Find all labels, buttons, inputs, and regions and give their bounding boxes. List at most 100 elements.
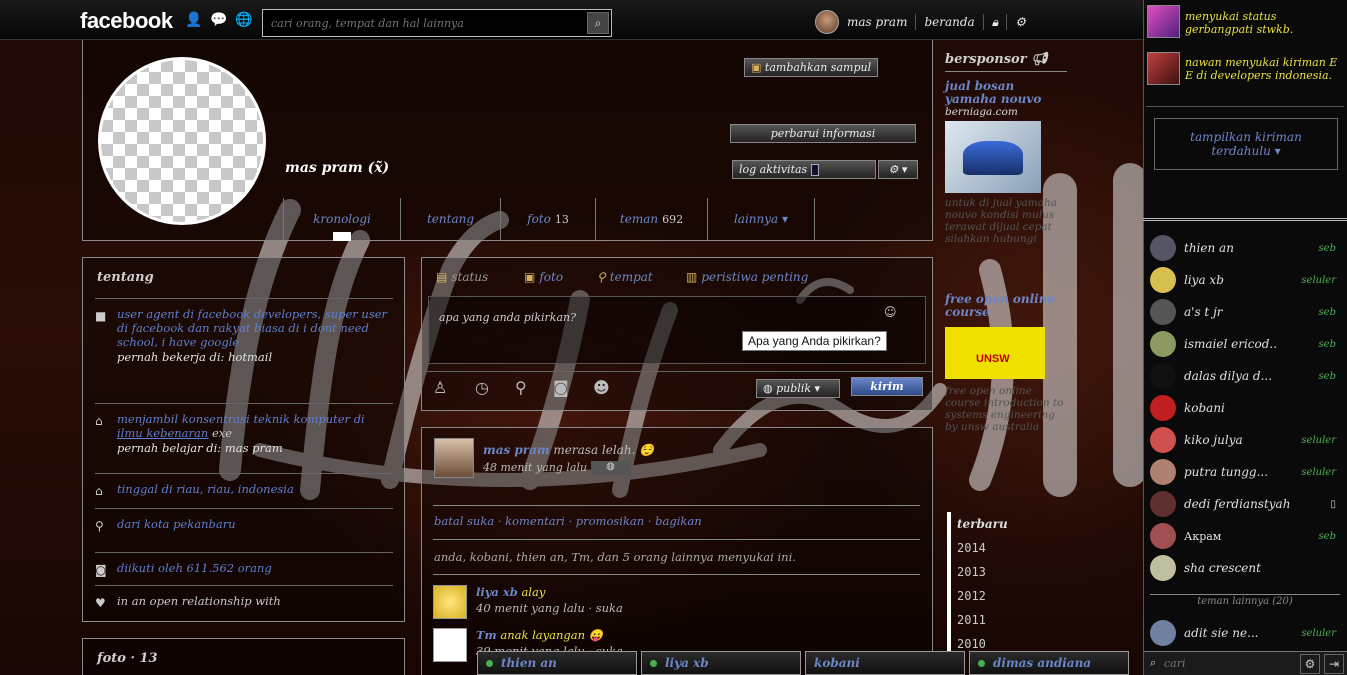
chat-contact[interactable]: thien an seb — [1150, 232, 1340, 264]
chat-contact[interactable]: Акрам seb — [1150, 520, 1340, 552]
tab-photos[interactable]: foto 13 — [500, 198, 595, 240]
ad1-title[interactable]: jual bosan yamaha nouvo — [945, 80, 1067, 106]
ticker-story[interactable]: nawan menyukai kiriman E E di developers… — [1185, 56, 1340, 82]
chat-options-gear-icon[interactable]: ⚙ — [1300, 654, 1320, 674]
more-friends-link[interactable]: teman lainnya (20) — [1150, 594, 1340, 609]
composer-tab-place[interactable]: ⚲ tempat — [597, 270, 653, 284]
post-author-link[interactable]: mas pram — [483, 443, 550, 457]
comment-avatar[interactable] — [433, 628, 467, 662]
year-link[interactable]: 2011 — [951, 608, 1007, 632]
post-author-avatar[interactable] — [434, 438, 474, 478]
chat-contact[interactable]: adit sie ne... seluler — [1150, 617, 1340, 649]
sponsored-title[interactable]: bersponsor 📢︎ — [945, 52, 1067, 72]
post-button[interactable]: kirim — [851, 377, 923, 396]
privacy-lock-icon[interactable]: 🔒︎ — [992, 15, 998, 30]
update-info-button[interactable]: perbarui informasi — [730, 124, 916, 143]
timeline-years: terbaru 2014 2013 2012 2011 2010 — [947, 512, 1008, 656]
friend-requests-icon[interactable]: 👤 — [185, 12, 202, 28]
chat-contact[interactable]: liya xb seluler — [1150, 264, 1340, 296]
add-cover-button[interactable]: ▣ tambahkan sampul — [744, 58, 879, 77]
settings-gear-icon[interactable]: ⚙ — [1015, 15, 1026, 29]
tab-about[interactable]: tentang — [400, 198, 500, 240]
year-link[interactable]: 2013 — [951, 560, 1007, 584]
education-link[interactable]: ilmu kebenaran — [117, 426, 208, 440]
messages-icon[interactable]: 💬 — [210, 12, 227, 28]
clock-icon[interactable]: ◷ — [475, 378, 489, 397]
from-text[interactable]: dari kota pekanbaru — [117, 517, 393, 531]
profile-picture[interactable] — [98, 57, 266, 225]
profile-settings-dropdown[interactable]: ⚙ ▾ — [878, 160, 918, 179]
camera-icon[interactable]: ◙ — [553, 378, 569, 397]
chat-contact[interactable]: dedi ferdianstyah ▯ — [1150, 488, 1340, 520]
post-likes-summary[interactable]: anda, kobani, thien an, Tm, dan 5 orang … — [434, 550, 796, 564]
search-button[interactable]: ⌕ — [587, 12, 609, 34]
chat-contact[interactable]: ismaiel ericod.. seb — [1150, 328, 1340, 360]
ad2-image[interactable]: UNSW — [945, 327, 1045, 379]
tag-people-icon[interactable]: ♙ — [433, 378, 447, 397]
education-text[interactable]: menjambil konsentrasi teknik komputer di — [117, 412, 365, 426]
user-avatar[interactable] — [815, 10, 839, 34]
ad1-body[interactable]: untuk di jual yamaha nouvo kondisi mulus… — [945, 197, 1067, 279]
profile-name[interactable]: mas pram (x̃) — [285, 160, 389, 176]
home-link[interactable]: beranda — [924, 15, 974, 29]
facebook-logo[interactable]: facebook — [80, 8, 173, 34]
user-name-link[interactable]: mas pram — [847, 15, 907, 29]
chat-tab[interactable]: kobani — [805, 651, 965, 675]
composer-tab-status[interactable]: ▤ status — [436, 270, 488, 284]
gear-icon: ⚙ — [888, 163, 899, 176]
chat-contact[interactable]: kiko julya seluler — [1150, 424, 1340, 456]
privacy-globe-icon[interactable]: ◍ — [590, 461, 631, 475]
chat-tab[interactable]: thien an — [477, 651, 637, 675]
chat-tab[interactable]: liya xb — [641, 651, 801, 675]
activity-log-button[interactable]: log aktivitas — [732, 160, 876, 179]
ad2-body[interactable]: free open online course introduction to … — [945, 385, 1067, 465]
sidebar-resize-handle[interactable] — [1143, 218, 1347, 221]
ticker-avatar[interactable] — [1147, 52, 1180, 85]
notifications-icon[interactable]: 🌐 — [235, 12, 252, 28]
chat-tab[interactable]: dimas andiana — [969, 651, 1129, 675]
about-title[interactable]: tentang — [97, 270, 154, 285]
ad1-image[interactable] — [945, 121, 1041, 193]
unsw-logo: UNSW — [976, 353, 1010, 365]
tag-friends-icon[interactable]: ☺ — [884, 305, 897, 319]
location-icon[interactable]: ⚲ — [515, 378, 527, 397]
ad1-site[interactable]: berniaga.com — [945, 106, 1067, 118]
comment-meta[interactable]: 40 menit yang lalu · suka — [476, 601, 623, 615]
search-icon: ⌕ — [594, 16, 602, 30]
chat-contact[interactable]: putra tungg... seluler — [1150, 456, 1340, 488]
relationship-text[interactable]: in an open relationship with — [117, 594, 393, 608]
tab-friends[interactable]: teman 692 — [595, 198, 707, 240]
post-actions[interactable]: batal suka · komentari · promosikan · ba… — [434, 514, 702, 528]
tab-more[interactable]: lainnya ▾ — [707, 198, 815, 240]
chat-contact[interactable]: dalas dilya d... seb — [1150, 360, 1340, 392]
chat-contact[interactable]: sha crescent — [1150, 552, 1340, 584]
search-input[interactable] — [263, 10, 585, 36]
chat-search-input[interactable] — [1164, 654, 1294, 672]
photos-title[interactable]: foto · 13 — [97, 651, 158, 666]
chat-contact[interactable]: kobani — [1150, 392, 1340, 424]
comment-author[interactable]: liya xb — [476, 585, 518, 599]
lives-in-text[interactable]: tinggal di riau, riau, indonesia — [117, 482, 393, 496]
hide-sidebar-icon[interactable]: ⇥ — [1324, 654, 1344, 674]
emoji-icon[interactable]: ☻ — [593, 378, 610, 397]
avatar — [1150, 299, 1176, 325]
photos-panel: foto · 13 — [82, 638, 405, 675]
year-link[interactable]: terbaru — [951, 512, 1008, 536]
composer-tab-photo[interactable]: ▣ foto — [524, 270, 563, 284]
tab-count: 692 — [662, 212, 684, 226]
year-link[interactable]: 2014 — [951, 536, 1007, 560]
ticker-avatar[interactable] — [1147, 5, 1180, 38]
followers-text[interactable]: diikuti oleh 611.562 orang — [117, 561, 393, 575]
work-link[interactable]: user agent di facebook developers, super… — [117, 307, 387, 349]
chat-contact[interactable]: a's t jr seb — [1150, 296, 1340, 328]
comment-author[interactable]: Tm — [476, 628, 497, 642]
comment-avatar[interactable] — [433, 585, 467, 619]
ad2-title[interactable]: free open online course — [945, 293, 1067, 319]
show-earlier-posts-button[interactable]: tampilkan kiriman terdahulu ▾ — [1154, 118, 1338, 170]
post-time[interactable]: 48 menit yang lalu ◍ — [483, 461, 631, 475]
audience-selector[interactable]: ◍ publik ▾ — [756, 379, 840, 398]
ticker-story[interactable]: menyukai status gerbangpati stwkb. — [1185, 10, 1335, 36]
year-link[interactable]: 2012 — [951, 584, 1007, 608]
status-input[interactable]: apa yang anda pikirkan? — [428, 296, 926, 364]
composer-tab-life-event[interactable]: ▥ peristiwa penting — [686, 270, 808, 284]
